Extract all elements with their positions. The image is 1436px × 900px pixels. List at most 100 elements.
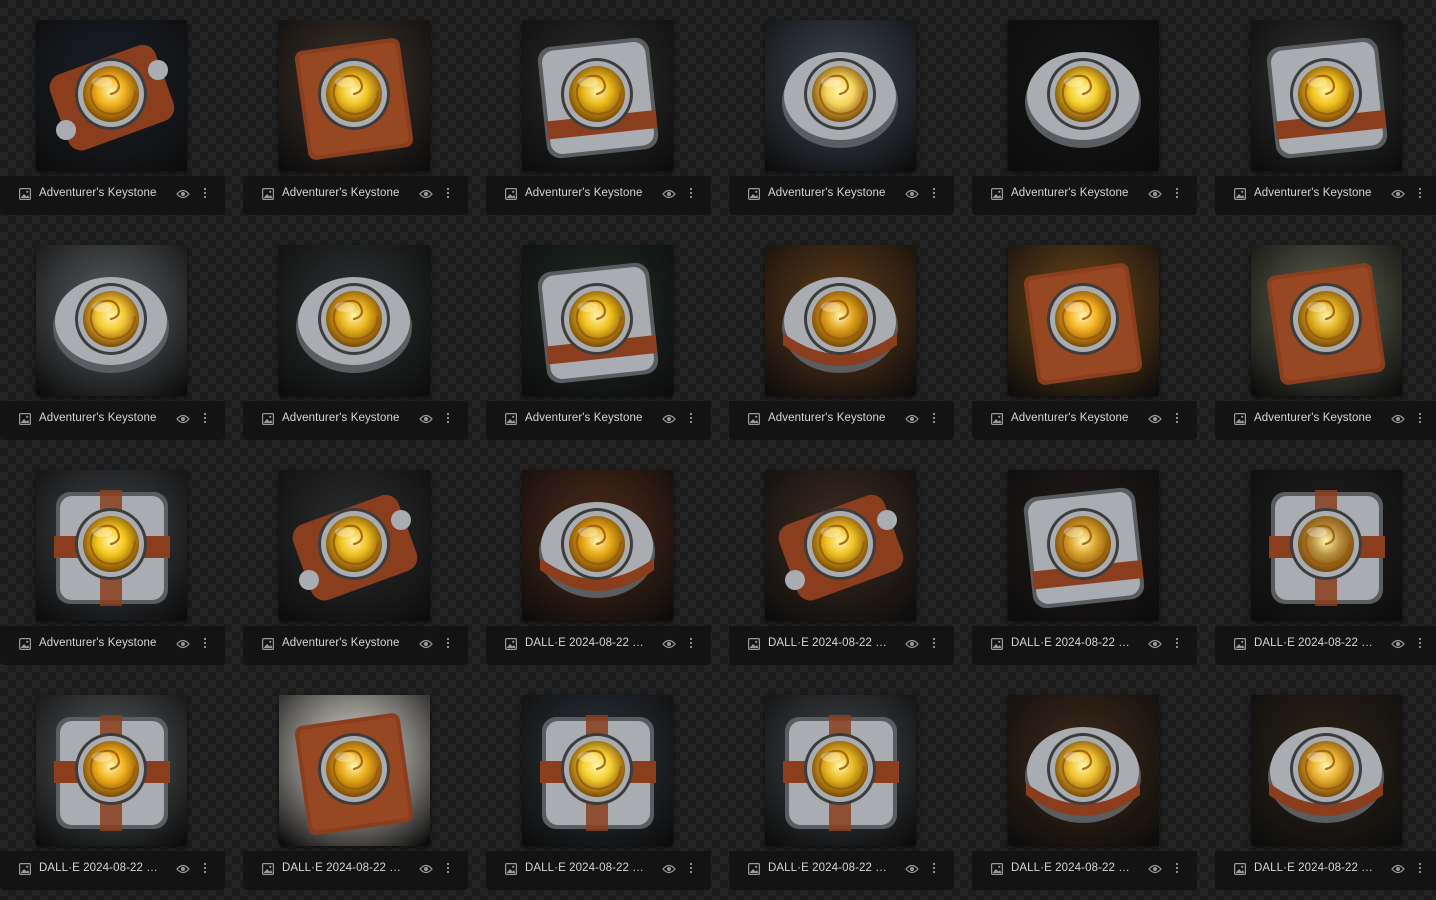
eye-icon[interactable]: [1148, 862, 1162, 874]
eye-icon[interactable]: [662, 862, 676, 874]
eye-icon[interactable]: [419, 412, 433, 424]
asset-thumbnail[interactable]: [1251, 695, 1402, 846]
more-vertical-icon[interactable]: [685, 185, 697, 201]
eye-icon[interactable]: [905, 862, 919, 874]
asset-thumbnail[interactable]: [765, 695, 916, 846]
asset-card[interactable]: Adventurer's Keystone: [729, 0, 954, 225]
asset-name[interactable]: DALL·E 2024-08-22 05.45.10 - Adventurer'…: [282, 860, 406, 876]
asset-thumbnail[interactable]: [279, 695, 430, 846]
more-vertical-icon[interactable]: [1414, 185, 1426, 201]
asset-name[interactable]: Adventurer's Keystone: [525, 185, 649, 201]
more-vertical-icon[interactable]: [1171, 410, 1183, 426]
asset-thumbnail[interactable]: [522, 695, 673, 846]
asset-thumbnail[interactable]: [1008, 20, 1159, 171]
asset-card[interactable]: DALL·E 2024-08-22 05.44.12 - Adventurer'…: [486, 450, 711, 675]
asset-name[interactable]: DALL·E 2024-08-22 05.45.02 - Adventurer'…: [39, 860, 163, 876]
eye-icon[interactable]: [176, 637, 190, 649]
more-vertical-icon[interactable]: [928, 635, 940, 651]
asset-name[interactable]: Adventurer's Keystone: [282, 635, 406, 651]
asset-thumbnail[interactable]: [765, 245, 916, 396]
eye-icon[interactable]: [662, 187, 676, 199]
asset-name[interactable]: Adventurer's Keystone: [39, 635, 163, 651]
asset-thumbnail[interactable]: [279, 20, 430, 171]
more-vertical-icon[interactable]: [928, 860, 940, 876]
asset-name[interactable]: Adventurer's Keystone: [39, 410, 163, 426]
asset-thumbnail[interactable]: [522, 20, 673, 171]
asset-thumbnail[interactable]: [279, 470, 430, 621]
asset-thumbnail[interactable]: [1008, 245, 1159, 396]
asset-thumbnail[interactable]: [1251, 20, 1402, 171]
asset-thumbnail[interactable]: [36, 20, 187, 171]
eye-icon[interactable]: [905, 637, 919, 649]
more-vertical-icon[interactable]: [1171, 860, 1183, 876]
more-vertical-icon[interactable]: [442, 185, 454, 201]
more-vertical-icon[interactable]: [442, 635, 454, 651]
asset-name[interactable]: Adventurer's Keystone: [525, 410, 649, 426]
asset-thumbnail[interactable]: [36, 695, 187, 846]
asset-card[interactable]: Adventurer's Keystone: [0, 225, 225, 450]
eye-icon[interactable]: [905, 187, 919, 199]
eye-icon[interactable]: [176, 187, 190, 199]
asset-thumbnail[interactable]: [522, 245, 673, 396]
asset-card[interactable]: Adventurer's Keystone: [486, 0, 711, 225]
more-vertical-icon[interactable]: [199, 410, 211, 426]
more-vertical-icon[interactable]: [928, 410, 940, 426]
eye-icon[interactable]: [1148, 412, 1162, 424]
asset-name[interactable]: DALL·E 2024-08-22 05.44.20 - Adventurer'…: [768, 635, 892, 651]
eye-icon[interactable]: [905, 412, 919, 424]
more-vertical-icon[interactable]: [199, 635, 211, 651]
asset-thumbnail[interactable]: [1251, 245, 1402, 396]
asset-card[interactable]: DALL·E 2024-08-22 05.45.27 - Adventurer'…: [729, 675, 954, 900]
asset-card[interactable]: DALL·E 2024-08-22 05.45.02 - Adventurer'…: [0, 675, 225, 900]
asset-name[interactable]: Adventurer's Keystone: [1011, 185, 1135, 201]
asset-name[interactable]: DALL·E 2024-08-22 05.44.31 - Adventurer'…: [1011, 635, 1135, 651]
asset-name[interactable]: Adventurer's Keystone: [768, 410, 892, 426]
eye-icon[interactable]: [176, 862, 190, 874]
eye-icon[interactable]: [1391, 637, 1405, 649]
asset-name[interactable]: DALL·E 2024-08-22 05.45.35 - Adventurer'…: [1011, 860, 1135, 876]
asset-card[interactable]: Adventurer's Keystone: [972, 0, 1197, 225]
asset-card[interactable]: DALL·E 2024-08-22 05.45.10 - Adventurer'…: [243, 675, 468, 900]
asset-thumbnail[interactable]: [36, 245, 187, 396]
more-vertical-icon[interactable]: [442, 860, 454, 876]
asset-name[interactable]: DALL·E 2024-08-22 05.44.39 - Adventurer'…: [1254, 635, 1378, 651]
eye-icon[interactable]: [1148, 187, 1162, 199]
asset-card[interactable]: Adventurer's Keystone: [243, 0, 468, 225]
eye-icon[interactable]: [419, 187, 433, 199]
asset-name[interactable]: Adventurer's Keystone: [1254, 185, 1378, 201]
asset-name[interactable]: Adventurer's Keystone: [1011, 410, 1135, 426]
more-vertical-icon[interactable]: [685, 635, 697, 651]
more-vertical-icon[interactable]: [1171, 185, 1183, 201]
asset-thumbnail[interactable]: [279, 245, 430, 396]
asset-name[interactable]: DALL·E 2024-08-22 05.45.44 - Adventurer'…: [1254, 860, 1378, 876]
more-vertical-icon[interactable]: [199, 185, 211, 201]
asset-card[interactable]: Adventurer's Keystone: [486, 225, 711, 450]
asset-thumbnail[interactable]: [1008, 470, 1159, 621]
asset-name[interactable]: Adventurer's Keystone: [39, 185, 163, 201]
asset-card[interactable]: Adventurer's Keystone: [1215, 0, 1436, 225]
asset-thumbnail[interactable]: [1008, 695, 1159, 846]
more-vertical-icon[interactable]: [928, 185, 940, 201]
asset-card[interactable]: Adventurer's Keystone: [972, 225, 1197, 450]
asset-card[interactable]: DALL·E 2024-08-22 05.44.39 - Adventurer'…: [1215, 450, 1436, 675]
asset-thumbnail[interactable]: [1251, 470, 1402, 621]
eye-icon[interactable]: [662, 412, 676, 424]
asset-name[interactable]: Adventurer's Keystone: [768, 185, 892, 201]
more-vertical-icon[interactable]: [1414, 860, 1426, 876]
more-vertical-icon[interactable]: [1414, 635, 1426, 651]
eye-icon[interactable]: [1391, 187, 1405, 199]
asset-card[interactable]: Adventurer's Keystone: [1215, 225, 1436, 450]
asset-card[interactable]: DALL·E 2024-08-22 05.44.31 - Adventurer'…: [972, 450, 1197, 675]
eye-icon[interactable]: [662, 637, 676, 649]
asset-card[interactable]: DALL·E 2024-08-22 05.45.44 - Adventurer'…: [1215, 675, 1436, 900]
asset-thumbnail[interactable]: [765, 470, 916, 621]
asset-card[interactable]: Adventurer's Keystone: [729, 225, 954, 450]
more-vertical-icon[interactable]: [1171, 635, 1183, 651]
eye-icon[interactable]: [419, 637, 433, 649]
asset-name[interactable]: Adventurer's Keystone: [282, 185, 406, 201]
asset-name[interactable]: DALL·E 2024-08-22 05.45.27 - Adventurer'…: [768, 860, 892, 876]
more-vertical-icon[interactable]: [442, 410, 454, 426]
asset-card[interactable]: Adventurer's Keystone: [243, 225, 468, 450]
asset-card[interactable]: DALL·E 2024-08-22 05.45.35 - Adventurer'…: [972, 675, 1197, 900]
more-vertical-icon[interactable]: [1414, 410, 1426, 426]
